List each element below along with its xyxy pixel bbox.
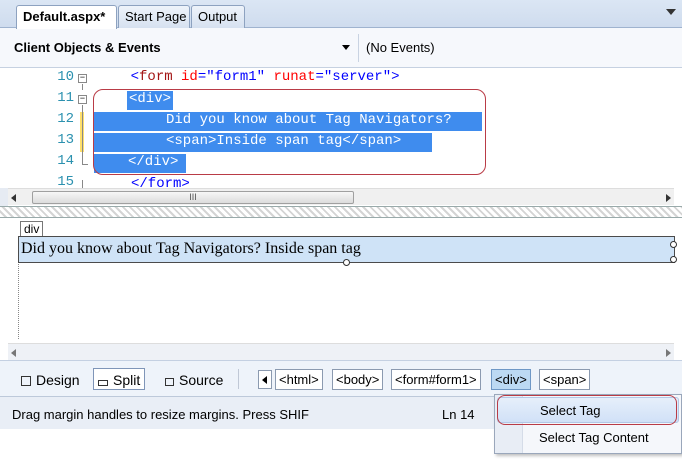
margin-guide <box>18 264 19 339</box>
navigation-bar: Client Objects & Events (No Events) <box>0 28 682 68</box>
client-objects-dropdown[interactable]: Client Objects & Events <box>8 37 356 59</box>
line-number: 12 <box>57 111 74 127</box>
tab-output[interactable]: Output <box>191 5 245 28</box>
code-token: > <box>391 69 400 85</box>
dropdown-value: (No Events) <box>366 40 435 55</box>
editor-horizontal-scrollbar[interactable]: III <box>8 188 674 205</box>
code-line-10: <form id="form1" runat="server"> <box>97 69 400 85</box>
status-message: Drag margin handles to resize margins. P… <box>12 407 309 422</box>
design-view-button[interactable]: Design <box>16 368 85 390</box>
collapse-icon[interactable]: − <box>78 74 87 83</box>
button-label: Design <box>36 372 80 388</box>
design-icon <box>21 376 31 386</box>
scroll-left-icon[interactable] <box>11 194 16 202</box>
tab-label: Default.aspx* <box>23 9 106 24</box>
code-token: = <box>197 69 207 85</box>
fold-guide <box>82 84 83 90</box>
code-editor[interactable]: 10 11 12 13 14 15 − − <form id="form1" r… <box>0 68 682 188</box>
line-number: 14 <box>57 153 74 169</box>
line-number: 13 <box>57 132 74 148</box>
tab-label: Start Page <box>125 9 187 24</box>
code-token: "server" <box>323 69 392 85</box>
resize-handle[interactable] <box>670 241 677 248</box>
split-view-splitter[interactable] <box>0 206 682 218</box>
code-token: runat <box>273 69 316 85</box>
events-dropdown[interactable]: (No Events) <box>360 37 676 59</box>
menu-item-select-tag-content[interactable]: Select Tag Content <box>497 425 679 451</box>
status-line: Ln 14 <box>442 407 475 422</box>
chevron-down-icon <box>342 45 350 50</box>
divider <box>238 369 239 389</box>
document-tab-strip: Default.aspx* Start Page Output <box>0 0 682 29</box>
highlight-annotation <box>497 395 677 425</box>
split-icon <box>98 380 108 386</box>
code-line-15: </form> <box>131 176 190 188</box>
dropdown-value: Client Objects & Events <box>14 40 161 55</box>
breadcrumb-body[interactable]: <body> <box>332 369 384 390</box>
source-icon <box>165 378 174 386</box>
breadcrumb-div[interactable]: <div> <box>491 369 531 390</box>
scroll-right-icon[interactable] <box>666 349 671 357</box>
code-token: form <box>139 69 173 85</box>
resize-handle[interactable] <box>670 256 677 263</box>
scroll-thumb[interactable]: III <box>32 191 354 204</box>
code-token: < <box>130 69 140 85</box>
view-toolbar: Design Split Source <html> <body> <form#… <box>0 360 682 396</box>
resize-handle[interactable] <box>343 259 350 266</box>
line-number: 10 <box>57 69 74 85</box>
button-label: Source <box>179 372 224 388</box>
divider <box>358 34 359 62</box>
design-horizontal-scrollbar[interactable] <box>8 343 674 360</box>
fold-guide <box>82 105 83 165</box>
menu-item-label: Select Tag Content <box>539 430 649 445</box>
breadcrumb-html[interactable]: <html> <box>275 369 323 390</box>
scroll-right-icon[interactable] <box>666 194 671 202</box>
fold-guide <box>82 180 83 188</box>
split-view-button[interactable]: Split <box>93 368 146 390</box>
line-number: 15 <box>57 174 74 188</box>
source-view-button[interactable]: Source <box>160 368 228 390</box>
tab-start-page[interactable]: Start Page <box>118 5 190 28</box>
highlight-annotation <box>93 89 486 175</box>
div-content-text: Did you know about Tag Navigators? Insid… <box>21 240 361 257</box>
button-label: Split <box>113 372 141 388</box>
code-token: id <box>181 69 198 85</box>
scroll-left-icon[interactable] <box>11 349 16 357</box>
fold-end <box>82 164 88 165</box>
breadcrumb-scroll-left-icon[interactable] <box>258 370 272 389</box>
scroll-corner <box>0 188 8 206</box>
breadcrumb-span[interactable]: <span> <box>539 369 591 390</box>
line-number: 11 <box>57 90 74 106</box>
code-token: "form1" <box>206 69 266 85</box>
tab-label: Output <box>198 9 238 24</box>
design-tag-label[interactable]: div <box>20 221 44 236</box>
tab-dropdown-icon[interactable] <box>666 9 676 15</box>
tab-default-aspx[interactable]: Default.aspx* <box>16 5 117 29</box>
collapse-icon[interactable]: − <box>78 95 87 104</box>
breadcrumb-form[interactable]: <form#form1> <box>391 369 481 390</box>
design-surface[interactable]: div Did you know about Tag Navigators? I… <box>0 218 682 343</box>
code-token: = <box>315 69 324 85</box>
